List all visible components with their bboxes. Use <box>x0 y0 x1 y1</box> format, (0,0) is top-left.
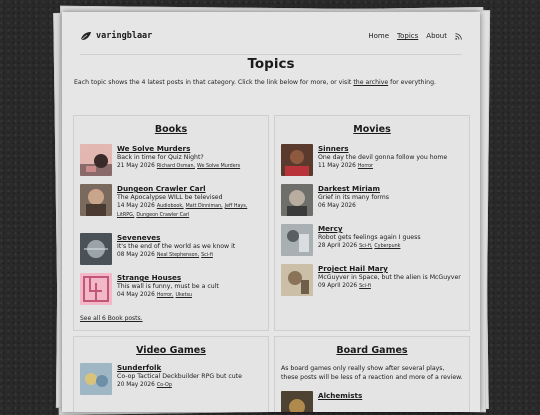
tag-link[interactable]: Audiobook, <box>157 204 184 209</box>
tag-link[interactable]: Richard Osman, <box>157 164 195 169</box>
post-title[interactable]: Dungeon Crawler Carl <box>117 184 247 193</box>
post-title[interactable]: Mercy <box>318 224 421 233</box>
post-title[interactable]: Seveneves <box>117 233 235 242</box>
post-title[interactable]: Alchemists <box>318 391 362 400</box>
game-cover-thumbnail[interactable] <box>80 363 112 395</box>
tag-link[interactable]: Uketsu <box>176 293 193 298</box>
tag-link[interactable]: Neal Stephenson, <box>157 253 199 258</box>
list-item: Sinners One day the devil gonna follow y… <box>281 144 465 176</box>
list-item: Darkest Miriam Grief in its many forms 0… <box>281 184 465 216</box>
tag-link[interactable]: Sci-fi <box>359 284 371 289</box>
post-date: 04 May 2026 <box>117 292 155 298</box>
tag-link[interactable]: Jeff Hays, <box>225 204 248 209</box>
video-games-card: Video Games Sunderfolk Co-op Tactical De… <box>73 336 269 412</box>
post-date: 28 April 2026 <box>318 243 358 249</box>
tag-link[interactable]: LitRPG, <box>117 213 134 218</box>
post-date: 20 May 2026 <box>117 382 155 388</box>
page-intro: Each topic shows the 4 latest posts in t… <box>74 79 468 86</box>
nav-about[interactable]: About <box>426 32 447 40</box>
post-date: 11 May 2026 <box>318 163 356 169</box>
tag-link[interactable]: Sci-fi <box>201 253 213 258</box>
game-cover-thumbnail[interactable] <box>281 391 313 412</box>
movie-poster-thumbnail[interactable] <box>281 184 313 216</box>
movies-heading[interactable]: Movies <box>275 124 469 135</box>
top-nav: Home Topics About <box>368 32 462 40</box>
post-desc: This wall is funny, must be a cult <box>117 283 219 290</box>
book-cover-thumbnail[interactable] <box>80 233 112 265</box>
post-title[interactable]: Strange Houses <box>117 273 219 282</box>
book-cover-thumbnail[interactable] <box>80 184 112 216</box>
post-desc: Grief in its many forms <box>318 194 389 201</box>
board-games-heading[interactable]: Board Games <box>275 345 469 356</box>
post-date: 21 May 2026 <box>117 163 155 169</box>
brand[interactable]: varingblaar <box>80 31 152 41</box>
post-title[interactable]: Sinners <box>318 144 447 153</box>
list-item: Mercy Robot gets feelings again I guess … <box>281 224 465 256</box>
post-date: 09 April 2026 <box>318 283 358 289</box>
tag-link[interactable]: Sci-fi, <box>359 244 372 249</box>
books-card: Books We Solve Murders Back in time for … <box>73 115 269 331</box>
list-item: We Solve Murders Back in time for Quiz N… <box>80 144 264 176</box>
post-desc: It's the end of the world as we know it <box>117 243 236 250</box>
book-cover-thumbnail[interactable] <box>80 273 112 305</box>
post-date: 06 May 2026 <box>318 203 356 209</box>
movies-card: Movies Sinners One day the devil gonna f… <box>274 115 470 331</box>
post-desc: The Apocalypse WILL be televised <box>117 194 223 201</box>
nav-topics[interactable]: Topics <box>397 32 418 40</box>
tag-link[interactable]: Cyberpunk <box>374 244 400 249</box>
tag-link[interactable]: We Solve Murders <box>197 164 240 169</box>
movie-poster-thumbnail[interactable] <box>281 224 313 256</box>
leaf-logo-icon <box>80 32 91 41</box>
tag-link[interactable]: Horror <box>358 164 373 169</box>
movie-poster-thumbnail[interactable] <box>281 144 313 176</box>
brand-name: varingblaar <box>96 31 153 41</box>
board-games-intro: As board games only really show after se… <box>281 365 463 381</box>
see-all-books-link[interactable]: See all 6 Book posts. <box>80 315 143 322</box>
intro-text-end: for everything. <box>388 79 436 86</box>
video-games-heading[interactable]: Video Games <box>74 345 268 356</box>
post-title[interactable]: Darkest Miriam <box>318 184 389 193</box>
tag-link[interactable]: Dungeon Crawler Carl <box>136 213 189 218</box>
post-title[interactable]: We Solve Murders <box>117 144 240 153</box>
board-games-card: Board Games As board games only really s… <box>274 336 470 412</box>
books-heading[interactable]: Books <box>74 124 268 135</box>
site-header: varingblaar Home Topics About <box>80 26 462 55</box>
movie-poster-thumbnail[interactable] <box>281 264 313 296</box>
tag-link[interactable]: Matt Dinniman, <box>186 204 223 209</box>
list-item: Strange Houses This wall is funny, must … <box>80 273 264 305</box>
tag-link[interactable]: Co-Op <box>157 383 172 388</box>
page-title: Topics <box>247 56 295 72</box>
book-cover-thumbnail[interactable] <box>80 144 112 176</box>
post-desc: One day the devil gonna follow you home <box>318 154 448 161</box>
post-title[interactable]: Sunderfolk <box>117 363 242 372</box>
rss-icon[interactable] <box>455 32 462 40</box>
post-desc: Back in time for Quiz Night? <box>117 154 204 161</box>
list-item: Dungeon Crawler Carl The Apocalypse WILL… <box>80 184 264 220</box>
list-item: Project Hail Mary McGuyver in Space, but… <box>281 264 465 296</box>
post-desc: Co-op Tactical Deckbuilder RPG but cute <box>117 373 242 380</box>
list-item: Alchemists <box>281 391 465 412</box>
list-item: Sunderfolk Co-op Tactical Deckbuilder RP… <box>80 363 264 395</box>
nav-home[interactable]: Home <box>368 32 389 40</box>
list-item: Seveneves It's the end of the world as w… <box>80 233 264 265</box>
post-desc: McGuyver in Space, but the alien is McGu… <box>318 274 461 281</box>
post-date: 08 May 2026 <box>117 252 155 258</box>
page-sheet: varingblaar Home Topics About Topics Eac… <box>62 12 480 412</box>
intro-text: Each topic shows the 4 latest posts in t… <box>74 79 354 86</box>
post-desc: Robot gets feelings again I guess <box>318 234 421 241</box>
archive-link[interactable]: the archive <box>353 79 388 86</box>
post-title[interactable]: Project Hail Mary <box>318 264 461 273</box>
tag-link[interactable]: Horror, <box>157 293 174 298</box>
post-date: 14 May 2026 <box>117 203 155 209</box>
